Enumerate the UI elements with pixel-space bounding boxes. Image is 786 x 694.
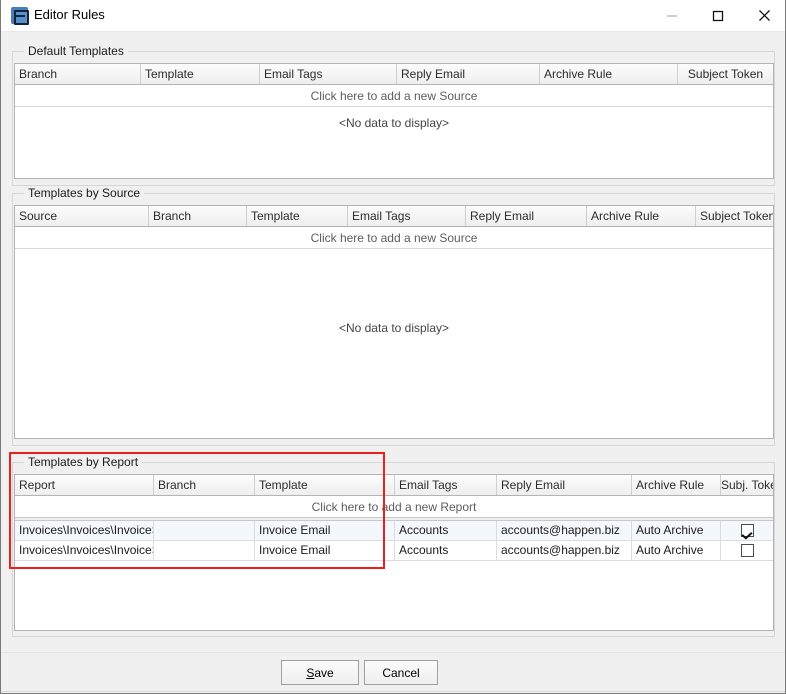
close-icon (758, 9, 771, 22)
column-header-archive-rule[interactable]: Archive Rule (632, 475, 721, 495)
dialog-client-area: Default Templates Branch Template Email … (1, 32, 785, 692)
cell-email-tags[interactable]: Accounts (395, 521, 497, 540)
cell-reply-email[interactable]: accounts@happen.biz (497, 521, 632, 540)
window-title: Editor Rules (34, 7, 105, 23)
column-header-email-tags[interactable]: Email Tags (260, 64, 397, 84)
grid-header-row: Report Branch Template Email Tags Reply … (15, 475, 773, 496)
column-header-email-tags[interactable]: Email Tags (348, 206, 466, 226)
add-new-source-row[interactable]: Click here to add a new Source (15, 85, 773, 107)
editor-rules-icon (11, 7, 28, 24)
empty-message-default-templates: <No data to display> (15, 116, 773, 130)
group-templates-by-report: Templates by Report Report Branch Templa… (12, 462, 775, 637)
cell-report[interactable]: Invoices\Invoices\InvoiceSe (15, 541, 154, 560)
cell-subject-token[interactable] (721, 541, 773, 560)
group-label-templates-by-report: Templates by Report (24, 455, 142, 469)
column-header-branch[interactable]: Branch (154, 475, 255, 495)
column-header-template[interactable]: Template (141, 64, 260, 84)
column-header-branch[interactable]: Branch (149, 206, 247, 226)
empty-message-templates-by-source: <No data to display> (15, 321, 773, 335)
group-label-default-templates: Default Templates (24, 44, 128, 58)
cell-archive-rule[interactable]: Auto Archive (632, 541, 721, 560)
minimize-icon (666, 10, 678, 22)
column-header-subject-token[interactable]: Subj. Toke (721, 475, 773, 495)
column-header-reply-email[interactable]: Reply Email (497, 475, 632, 495)
subject-token-checkbox[interactable] (741, 524, 754, 537)
cell-reply-email[interactable]: accounts@happen.biz (497, 541, 632, 560)
cancel-button[interactable]: Cancel (364, 660, 438, 685)
cell-archive-rule[interactable]: Auto Archive (632, 521, 721, 540)
save-label-rest: ave (314, 666, 333, 680)
cell-template[interactable]: Invoice Email (255, 521, 395, 540)
column-header-email-tags[interactable]: Email Tags (395, 475, 497, 495)
group-templates-by-source: Templates by Source Source Branch Templa… (12, 193, 775, 446)
cell-branch[interactable] (154, 521, 255, 540)
column-header-template[interactable]: Template (247, 206, 348, 226)
column-header-template[interactable]: Template (255, 475, 395, 495)
column-header-report[interactable]: Report (15, 475, 154, 495)
grid-header-row: Source Branch Template Email Tags Reply … (15, 206, 773, 227)
maximize-button[interactable] (695, 0, 741, 31)
column-header-branch[interactable]: Branch (15, 64, 141, 84)
cell-email-tags[interactable]: Accounts (395, 541, 497, 560)
cell-template[interactable]: Invoice Email (255, 541, 395, 560)
column-header-source[interactable]: Source (15, 206, 149, 226)
cell-branch[interactable] (154, 541, 255, 560)
column-header-subject-token[interactable]: Subject Token (696, 206, 774, 226)
cell-subject-token[interactable] (721, 521, 773, 540)
add-new-source-row[interactable]: Click here to add a new Source (15, 227, 773, 249)
table-row[interactable]: Invoices\Invoices\InvoiceSa Invoice Emai… (15, 521, 773, 541)
cell-report[interactable]: Invoices\Invoices\InvoiceSa (15, 521, 154, 540)
maximize-icon (712, 10, 724, 22)
group-label-templates-by-source: Templates by Source (24, 186, 144, 200)
save-button[interactable]: Save (281, 660, 359, 685)
column-header-archive-rule[interactable]: Archive Rule (587, 206, 696, 226)
column-header-reply-email[interactable]: Reply Email (397, 64, 540, 84)
add-new-report-row[interactable]: Click here to add a new Report (15, 496, 773, 518)
grid-default-templates[interactable]: Branch Template Email Tags Reply Email A… (14, 63, 774, 179)
grid-templates-by-source[interactable]: Source Branch Template Email Tags Reply … (14, 205, 774, 439)
column-header-reply-email[interactable]: Reply Email (466, 206, 587, 226)
title-bar: Editor Rules (1, 0, 786, 32)
subject-token-checkbox[interactable] (741, 544, 754, 557)
column-header-subject-token[interactable]: Subject Token (678, 64, 773, 84)
close-button[interactable] (741, 0, 786, 31)
table-row[interactable]: Invoices\Invoices\InvoiceSe Invoice Emai… (15, 541, 773, 561)
footer-separator (1, 652, 785, 653)
grid-templates-by-report[interactable]: Report Branch Template Email Tags Reply … (14, 474, 774, 631)
column-header-archive-rule[interactable]: Archive Rule (540, 64, 678, 84)
minimize-button[interactable] (649, 0, 695, 31)
grid-header-row: Branch Template Email Tags Reply Email A… (15, 64, 773, 85)
group-default-templates: Default Templates Branch Template Email … (12, 51, 775, 186)
editor-rules-window: Editor Rules Default Templates Bran (0, 0, 786, 694)
